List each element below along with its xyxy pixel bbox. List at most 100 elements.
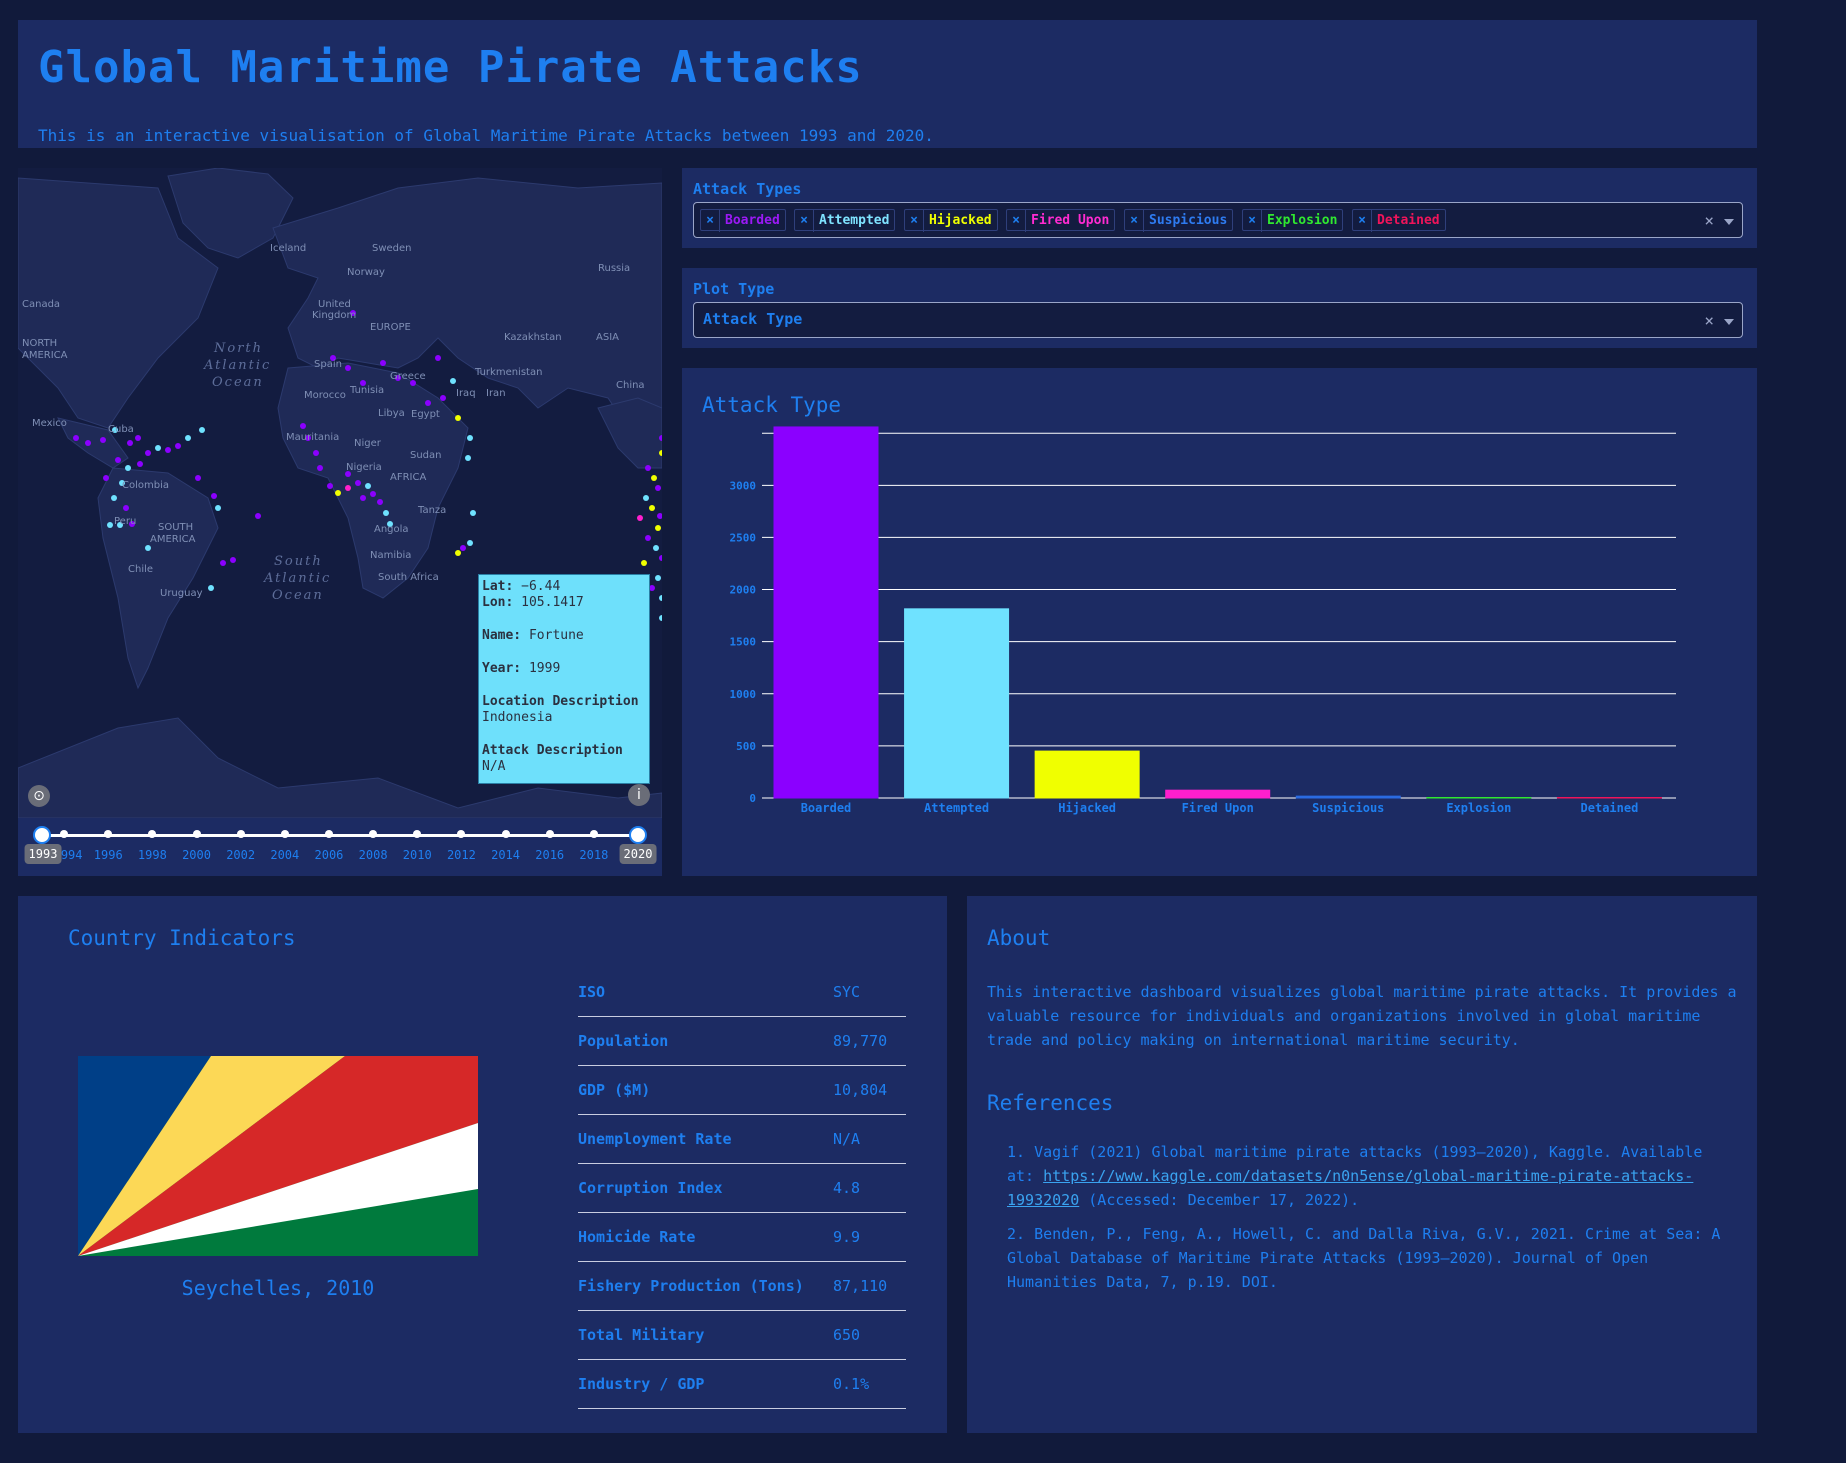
country-indicators-panel: Country Indicators Seychelles, 2010 ISO S… (18, 896, 947, 1433)
year-range-slider[interactable]: 1994 1996 1998 2000 2002 2004 2006 2008 2010 2012… (18, 818, 662, 876)
attack-type-chip[interactable]: × Suspicious (1124, 209, 1234, 232)
tooltip-lat: −6.44 (521, 579, 561, 594)
header: Global Maritime Pirate Attacks This is a… (18, 20, 1757, 148)
map-label-namibia: Namibia (370, 550, 411, 561)
bar-hijacked[interactable] (1034, 750, 1140, 799)
slider-year-label: 2014 (491, 848, 520, 862)
bar-attempted[interactable] (904, 608, 1010, 799)
y-tick-label: 0 (749, 792, 756, 805)
chip-label: Hijacked (929, 213, 992, 228)
slider-tick[interactable] (192, 830, 201, 838)
bar-explosion[interactable] (1426, 797, 1532, 799)
remove-chip-icon[interactable]: × (795, 210, 814, 232)
map-label-south: SOUTH (158, 522, 193, 533)
chevron-down-icon[interactable] (1724, 318, 1734, 325)
plot-type-control: Plot Type Attack Type × (682, 268, 1757, 348)
remove-chip-icon[interactable]: × (701, 210, 720, 232)
y-tick-label: 2500 (730, 531, 757, 544)
slider-tick[interactable] (280, 830, 289, 838)
bar-boarded[interactable] (773, 426, 879, 799)
map-label-s-america: AMERICA (150, 534, 196, 545)
bar-suspicious[interactable] (1295, 795, 1401, 799)
slider-tick[interactable] (60, 830, 69, 838)
y-tick-label: 500 (736, 740, 756, 753)
plot-type-select[interactable]: Attack Type × (693, 302, 1743, 338)
info-icon[interactable]: i (628, 784, 650, 806)
map-label-sa-ocean-2: Atlantic (263, 571, 331, 586)
remove-chip-icon[interactable]: × (1125, 210, 1144, 232)
slider-year-label: 2010 (402, 848, 432, 862)
chip-label: Explosion (1267, 213, 1338, 228)
y-tick-label: 3000 (730, 479, 757, 492)
slider-year-label: 1996 (93, 848, 123, 862)
about-title: About (987, 926, 1051, 950)
attack-type-chip[interactable]: × Hijacked (904, 209, 998, 232)
remove-chip-icon[interactable]: × (1243, 210, 1262, 232)
chevron-down-icon[interactable] (1724, 218, 1734, 225)
map-label-colombia: Colombia (122, 480, 169, 491)
map-label-mexico: Mexico (32, 418, 67, 429)
about-panel: About This interactive dashboard visuali… (967, 896, 1757, 1433)
map-label-libya: Libya (378, 408, 405, 419)
remove-chip-icon[interactable]: × (905, 210, 924, 232)
about-text-line-2: valuable resource for individuals and or… (987, 1007, 1701, 1025)
x-tick-label: Hijacked (1058, 801, 1116, 815)
about-text-line-1: This interactive dashboard visualizes gl… (987, 983, 1737, 1001)
attack-type-chart-panel: Attack Type 0 500 1000 1500 2000 2500 3000 Board… (682, 368, 1757, 876)
map-label-sudan: Sudan (410, 450, 442, 461)
map-label-iran: Iran (486, 388, 506, 399)
slider-tick[interactable] (589, 830, 598, 838)
map-label-nigeria: Nigeria (346, 462, 382, 473)
map-label-tanzania: Tanza (417, 505, 446, 516)
clear-icon[interactable]: × (1704, 211, 1714, 230)
attack-type-chip[interactable]: × Detained (1352, 209, 1446, 232)
bar-detained[interactable] (1556, 797, 1662, 799)
country-indicators-title: Country Indicators (68, 926, 296, 950)
slider-tick[interactable] (324, 830, 333, 838)
attack-type-bar-chart[interactable]: Attack Type 0 500 1000 1500 2000 2500 3000 Board… (682, 368, 1757, 876)
remove-chip-icon[interactable]: × (1353, 210, 1372, 232)
tooltip-year: 1999 (528, 661, 561, 676)
x-tick-label: Explosion (1446, 801, 1511, 815)
compass-icon[interactable]: ⊙ (28, 785, 50, 807)
indicator-name: Unemployment Rate (578, 1114, 833, 1164)
slider-tick[interactable] (545, 830, 554, 838)
slider-end-handle[interactable] (629, 826, 647, 844)
map-label-iceland: Iceland (270, 243, 306, 254)
attack-type-chip[interactable]: × Explosion (1242, 209, 1344, 232)
x-tick-label: Attempted (924, 801, 989, 815)
chip-label: Boarded (725, 213, 780, 228)
flag-caption: Seychelles, 2010 (181, 1276, 375, 1300)
clear-icon[interactable]: × (1704, 311, 1714, 330)
slider-year-label: 2008 (358, 848, 388, 862)
indicator-row: Population 89,770 (578, 1016, 906, 1066)
attack-type-chip[interactable]: × Attempted (794, 209, 896, 232)
bar-fired-upon[interactable] (1165, 789, 1271, 799)
plot-type-value: Attack Type (703, 310, 803, 328)
indicator-name: Fishery Production (Tons) (578, 1261, 833, 1311)
map-label-sweden: Sweden (372, 243, 412, 254)
x-tick-label: Detained (1581, 801, 1639, 815)
attack-type-chip[interactable]: × Fired Upon (1006, 209, 1116, 232)
y-tick-label: 1500 (730, 636, 757, 649)
tooltip-desc: N/A (482, 759, 506, 774)
chart-title: Attack Type (702, 393, 841, 417)
map-label-sa-ocean-1: South (274, 554, 323, 569)
attack-types-multiselect[interactable]: × Boarded × Attempted × Hijacked × Fired Upon × S… (693, 202, 1743, 238)
map-label-niger: Niger (354, 438, 382, 449)
slider-tick[interactable] (501, 830, 510, 838)
map-label-kazakhstan: Kazakhstan (504, 332, 562, 343)
indicator-name: Corruption Index (578, 1163, 833, 1213)
slider-tick[interactable] (236, 830, 245, 838)
world-map[interactable]: Iceland Sweden Norway Russia Canada Unit… (18, 168, 662, 818)
map-label-spain: Spain (314, 359, 342, 370)
slider-year-label: 2006 (314, 848, 344, 862)
remove-chip-icon[interactable]: × (1007, 210, 1026, 232)
slider-year-label: 1998 (137, 848, 167, 862)
map-label-asia: ASIA (596, 332, 619, 343)
slider-start-handle[interactable] (33, 826, 51, 844)
references-title: References (987, 1091, 1114, 1115)
tooltip-name-label: Name: (482, 628, 522, 643)
indicator-value: N/A (833, 1114, 906, 1164)
attack-type-chip[interactable]: × Boarded (700, 209, 786, 232)
